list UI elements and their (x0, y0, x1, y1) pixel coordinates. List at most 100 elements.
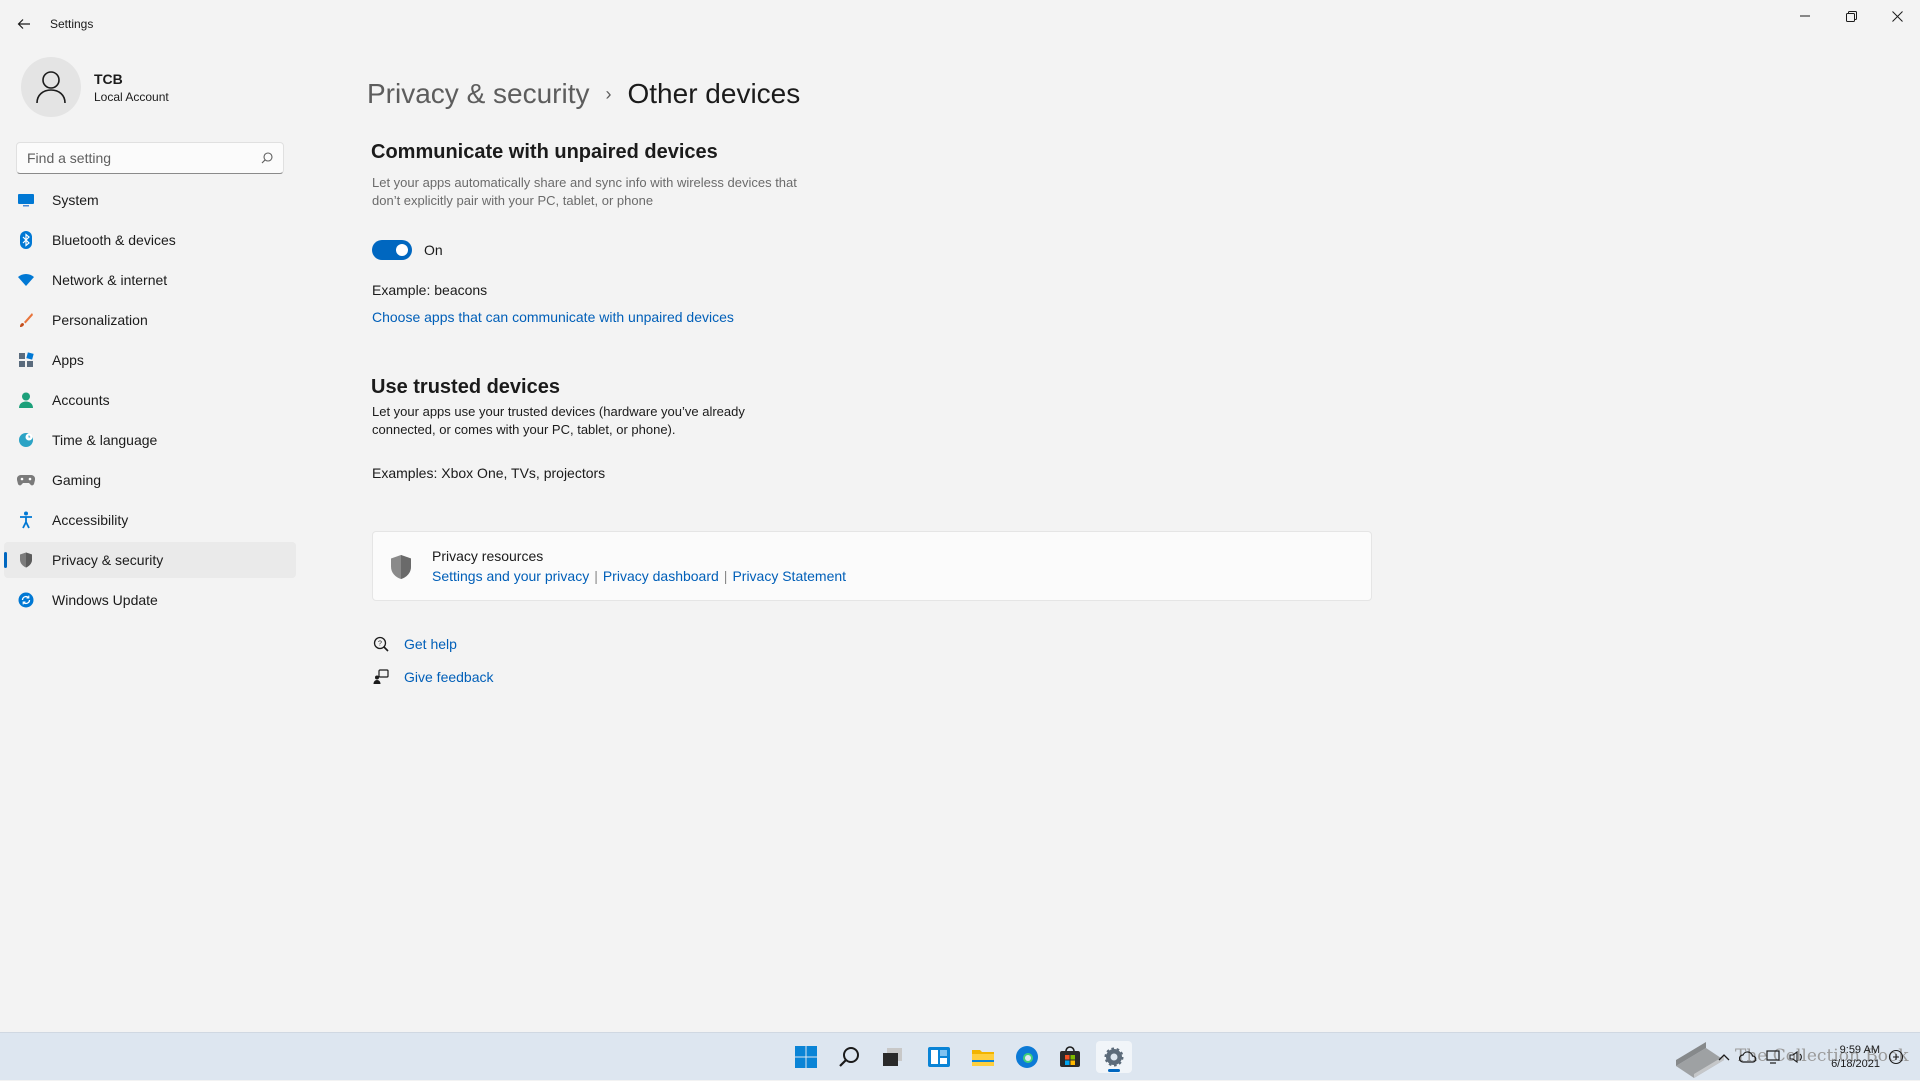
svg-text:?: ? (378, 641, 382, 648)
sidebar-item-bluetooth[interactable]: Bluetooth & devices (4, 222, 296, 258)
edge-button[interactable] (1009, 1041, 1045, 1073)
sidebar-item-windows-update[interactable]: Windows Update (4, 582, 296, 618)
notification-icon (1888, 1049, 1904, 1065)
volume-tray-button[interactable] (1787, 1045, 1807, 1069)
link-separator: | (594, 568, 598, 584)
person-icon (36, 71, 66, 104)
toggle-knob (396, 244, 408, 256)
trusted-description: Let your apps use your trusted devices (… (372, 404, 745, 437)
store-icon (1060, 1046, 1080, 1067)
widgets-icon (928, 1047, 950, 1067)
shield-icon (389, 554, 413, 580)
unpaired-description: Let your apps automatically share and sy… (372, 175, 797, 208)
search-input[interactable] (27, 150, 261, 166)
trusted-example: Examples: Xbox One, TVs, projectors (372, 465, 606, 481)
get-help-row[interactable]: ? Get help (372, 635, 457, 653)
cloud-icon (1739, 1051, 1757, 1063)
sidebar-item-time-language[interactable]: Time & language (4, 422, 296, 458)
tray-overflow-button[interactable] (1714, 1045, 1734, 1069)
taskbar-search-button[interactable] (832, 1041, 868, 1073)
user-profile[interactable]: TCB Local Account (21, 56, 169, 118)
feedback-icon (372, 668, 390, 686)
sidebar-item-gaming[interactable]: Gaming (4, 462, 296, 498)
update-icon (16, 590, 36, 610)
chevron-up-icon (1718, 1054, 1730, 1061)
network-icon (1766, 1050, 1780, 1064)
get-help-link[interactable]: Get help (404, 636, 457, 652)
taskbar: The Collection Book 9:59 AM 6/18/2021 (0, 1032, 1920, 1080)
settings-and-privacy-link[interactable]: Settings and your privacy (432, 568, 589, 584)
network-tray-button[interactable] (1764, 1045, 1784, 1069)
taskbar-clock[interactable]: 9:59 AM 6/18/2021 (1810, 1043, 1880, 1071)
sidebar-item-system[interactable]: System (4, 182, 296, 218)
privacy-dashboard-link[interactable]: Privacy dashboard (603, 568, 719, 584)
sidebar-item-personalization[interactable]: Personalization (4, 302, 296, 338)
active-app-indicator (1108, 1069, 1120, 1072)
privacy-resources-links: Settings and your privacy | Privacy dash… (432, 568, 846, 584)
task-view-icon (883, 1048, 902, 1066)
file-explorer-button[interactable] (965, 1041, 1001, 1073)
sidebar-item-label: Accounts (52, 392, 110, 408)
give-feedback-link[interactable]: Give feedback (404, 669, 494, 685)
sidebar-item-label: Privacy & security (52, 552, 164, 568)
sidebar-item-label: Personalization (52, 312, 148, 328)
unpaired-devices-toggle[interactable] (372, 240, 412, 260)
clock-time: 9:59 AM (1839, 1044, 1880, 1056)
give-feedback-row[interactable]: Give feedback (372, 668, 494, 686)
privacy-resources-card: Privacy resources Settings and your priv… (372, 531, 1372, 601)
minimize-button[interactable] (1782, 0, 1828, 32)
breadcrumb-parent[interactable]: Privacy & security (367, 78, 590, 110)
sidebar-item-accessibility[interactable]: Accessibility (4, 502, 296, 538)
sidebar-item-label: Bluetooth & devices (52, 232, 176, 248)
sidebar-item-apps[interactable]: Apps (4, 342, 296, 378)
start-icon (795, 1046, 817, 1068)
sidebar-item-accounts[interactable]: Accounts (4, 382, 296, 418)
system-icon (16, 190, 36, 210)
search-icon (839, 1047, 859, 1067)
bluetooth-icon (16, 230, 36, 250)
speaker-icon (1789, 1050, 1802, 1064)
wifi-icon (16, 270, 36, 290)
toggle-state-label: On (424, 242, 443, 258)
settings-icon (1104, 1047, 1124, 1067)
sidebar-item-label: Accessibility (52, 512, 129, 528)
gamepad-icon (16, 470, 36, 490)
restore-button[interactable] (1828, 0, 1874, 32)
page-title: Other devices (627, 78, 801, 109)
privacy-statement-link[interactable]: Privacy Statement (732, 568, 846, 584)
restore-icon (1845, 10, 1857, 22)
globe-clock-icon (16, 430, 36, 450)
shield-icon (16, 550, 36, 570)
onedrive-button[interactable] (1738, 1045, 1758, 1069)
account-type: Local Account (94, 89, 169, 104)
sidebar-item-network[interactable]: Network & internet (4, 262, 296, 298)
choose-apps-link[interactable]: Choose apps that can communicate with un… (372, 309, 734, 325)
widgets-button[interactable] (921, 1041, 957, 1073)
settings-taskbar-button[interactable] (1096, 1041, 1132, 1073)
sidebar-item-label: Network & internet (52, 272, 168, 288)
accessibility-icon (16, 510, 36, 530)
search-box[interactable] (16, 142, 284, 174)
apps-icon (16, 350, 36, 370)
sidebar-item-privacy-security[interactable]: Privacy & security (4, 542, 296, 578)
clock-date: 6/18/2021 (1831, 1058, 1880, 1070)
minimize-icon (1800, 15, 1810, 17)
close-button[interactable] (1874, 0, 1920, 32)
app-title: Settings (50, 17, 94, 31)
start-button[interactable] (788, 1041, 824, 1073)
trusted-section-title: Use trusted devices (371, 376, 560, 398)
sidebar-item-label: Windows Update (52, 592, 158, 608)
unpaired-toggle-row: On (372, 240, 443, 260)
back-button[interactable] (12, 10, 36, 38)
task-view-button[interactable] (875, 1041, 911, 1073)
store-button[interactable] (1052, 1041, 1088, 1073)
sidebar-item-label: Time & language (52, 432, 158, 448)
back-arrow-icon (17, 19, 30, 29)
breadcrumb: Privacy & security › Other devices (367, 78, 800, 110)
close-icon (1891, 10, 1903, 22)
file-explorer-icon (972, 1050, 994, 1066)
brush-icon (16, 310, 36, 330)
link-separator: | (723, 568, 728, 584)
avatar (21, 57, 81, 117)
notifications-button[interactable] (1886, 1045, 1906, 1069)
